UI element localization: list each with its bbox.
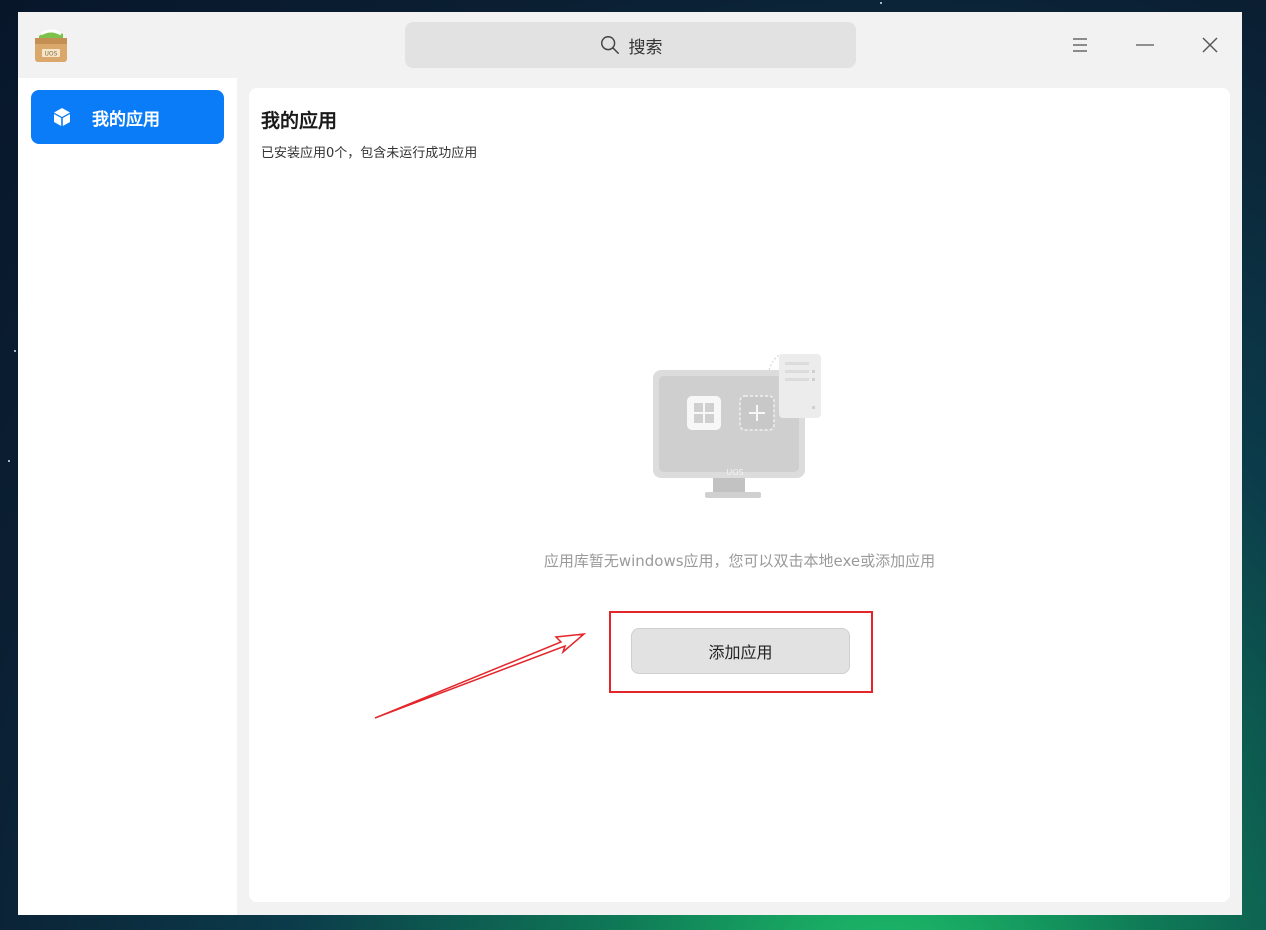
app-window: 鹏 大 圣 鹏 大 圣 鹏 大 圣 鹏 大 圣 鹏 大 圣 鹏 大 圣 UOS: [18, 12, 1242, 915]
search-icon: [600, 36, 619, 54]
hamburger-icon: [1073, 38, 1087, 52]
app-logo-label: UOS: [45, 51, 58, 58]
close-button[interactable]: [1195, 30, 1225, 60]
empty-state-illustration: UOS: [649, 350, 839, 510]
sidebar: 我的应用: [18, 78, 237, 915]
sidebar-item-label: 我的应用: [92, 109, 160, 130]
cube-icon: [54, 108, 70, 126]
close-icon: [1202, 37, 1218, 53]
menu-button[interactable]: [1065, 30, 1095, 60]
app-logo-icon: UOS: [33, 26, 69, 64]
search-label: 搜索: [628, 37, 663, 58]
star: [14, 350, 16, 352]
add-app-button[interactable]: 添加应用: [631, 628, 850, 674]
main-content: 我的应用 已安装应用0个，包含未运行成功应用 UOS 应用库暂无windows应…: [249, 88, 1230, 902]
title-bar: UOS 搜索: [18, 12, 1242, 78]
page-subtitle: 已安装应用0个，包含未运行成功应用: [261, 146, 478, 161]
star: [8, 460, 10, 462]
search-box[interactable]: 搜索: [405, 22, 856, 68]
empty-state-message: 应用库暂无windows应用，您可以双击本地exe或添加应用: [543, 552, 936, 570]
star: [880, 2, 882, 4]
minimize-button[interactable]: [1130, 30, 1160, 60]
illustration-label: UOS: [726, 468, 743, 477]
sidebar-item-my-apps[interactable]: 我的应用: [31, 90, 224, 144]
page-title: 我的应用: [261, 110, 338, 132]
minimize-icon: [1136, 44, 1154, 46]
